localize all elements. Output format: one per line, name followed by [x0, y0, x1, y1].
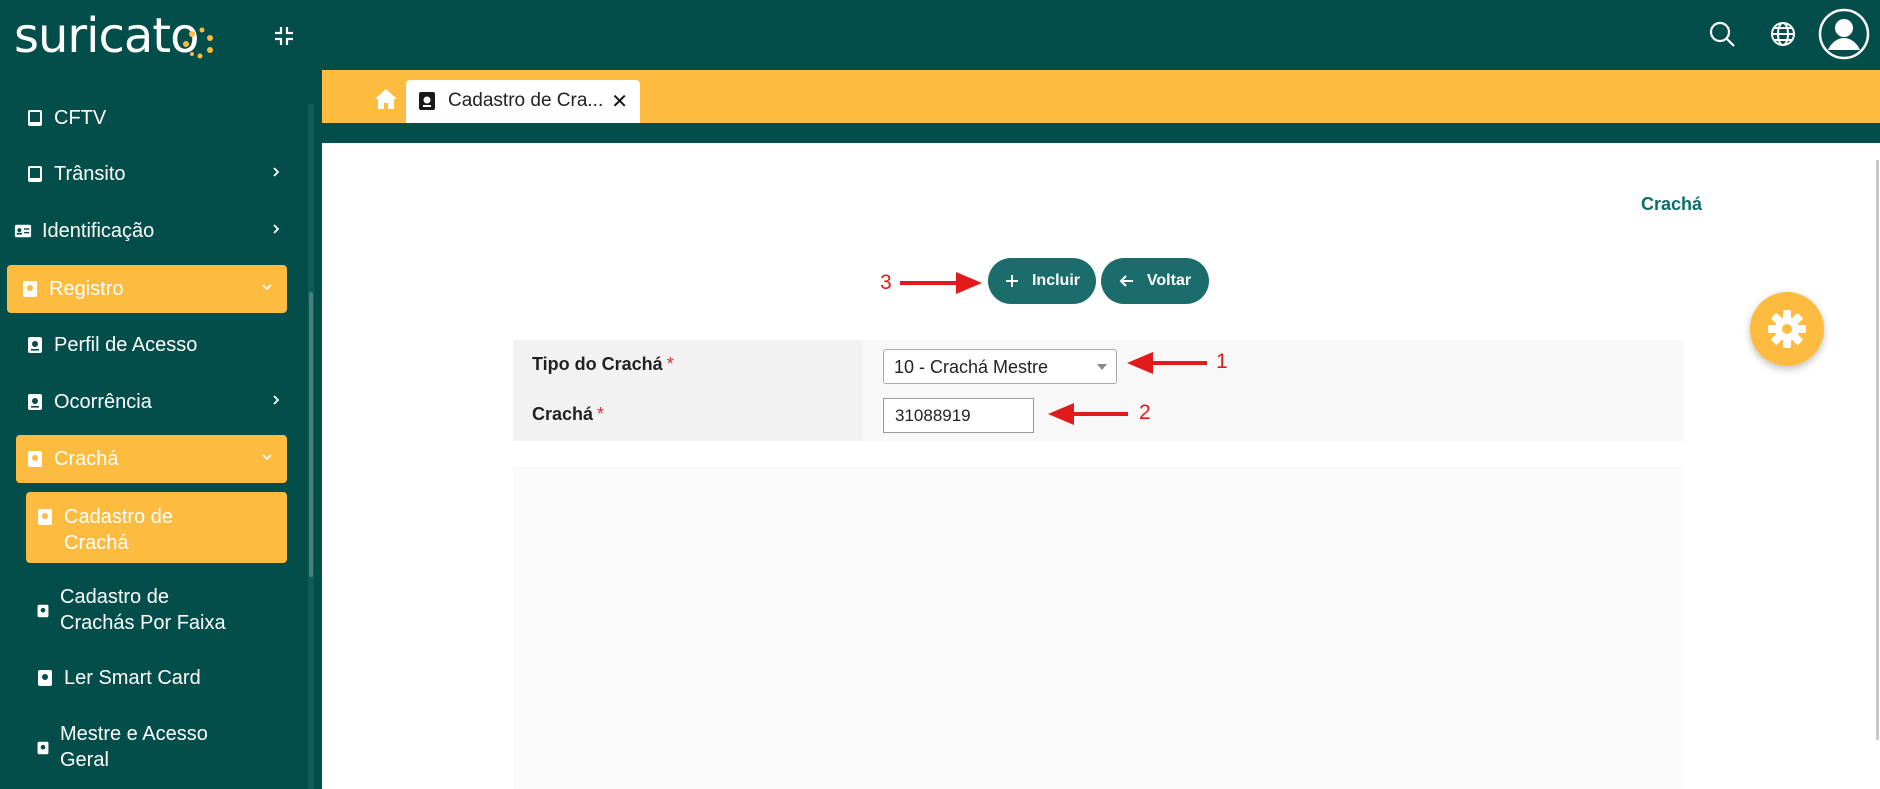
tipo-cracha-label-text: Tipo do Crachá: [532, 354, 663, 374]
badge-icon: [28, 337, 42, 353]
compress-icon[interactable]: [272, 24, 296, 48]
chevron-down-icon: [262, 284, 272, 291]
tipo-cracha-select[interactable]: 10 - Crachá Mestre: [883, 349, 1117, 384]
cracha-label: Crachá *: [532, 404, 604, 425]
sidebar-item-cadastro-de-cracha[interactable]: Cadastro de Crachá: [26, 492, 287, 563]
chevron-down-icon: [262, 454, 272, 461]
header-band: [322, 123, 1880, 143]
annotation-arrow-2: [1048, 403, 1128, 425]
logo-dots-icon: [183, 27, 213, 59]
badge-icon: [28, 451, 42, 467]
badge-icon: [37, 604, 49, 618]
required-mark: *: [666, 354, 674, 374]
badge-icon: [37, 741, 49, 755]
sidebar-item-cftv[interactable]: CFTV: [26, 94, 296, 142]
chevron-right-icon: [273, 224, 280, 234]
close-icon[interactable]: ✕: [611, 89, 628, 114]
sidebar-item-label: Ler Smart Card: [64, 666, 201, 689]
sidebar-item-label: Crachá: [54, 447, 119, 470]
badge-icon: [28, 394, 42, 410]
sidebar-item-mestre-e-acesso-geral[interactable]: Mestre e Acesso Geral: [36, 711, 286, 781]
sidebar-item-identificacao[interactable]: Identificação: [14, 207, 296, 255]
sidebar-item-label: Perfil de Acesso: [54, 333, 198, 356]
home-icon[interactable]: [374, 88, 398, 110]
annotation-arrow-1: [1127, 352, 1207, 374]
sidebar-item-cadastro-por-faixa[interactable]: Cadastro de Crachás Por Faixa: [36, 572, 286, 642]
tab-strip: Cadastro de Cra... ✕: [322, 70, 1880, 123]
include-button[interactable]: Incluir: [988, 258, 1096, 304]
sidebar-item-perfil-de-acesso[interactable]: Perfil de Acesso: [26, 321, 296, 369]
id-card-icon: [14, 224, 32, 238]
include-button-label: Incluir: [1031, 272, 1080, 289]
chevron-right-icon: [273, 167, 280, 177]
sidebar-item-ocorrencia[interactable]: Ocorrência: [26, 378, 296, 426]
sidebar-item-label: Registro: [49, 277, 124, 300]
sidebar-item-label: CFTV: [54, 106, 107, 129]
user-avatar-icon[interactable]: [1818, 8, 1870, 60]
annotation-number-1: 1: [1216, 350, 1228, 373]
plus-icon: [1005, 275, 1018, 287]
top-header: [322, 0, 1880, 70]
sidebar-item-transito[interactable]: Trânsito: [26, 150, 296, 198]
arrow-left-icon: [1119, 275, 1133, 287]
logo: suricato: [14, 10, 224, 62]
sidebar-item-label: Cadastro de Crachás Por Faixa: [60, 586, 226, 634]
cracha-label-text: Crachá: [532, 404, 594, 424]
sidebar-item-label: Mestre e Acesso Geral: [60, 723, 208, 771]
results-grid: [513, 467, 1684, 789]
tab-label: Cadastro de Cra...: [448, 90, 604, 111]
tipo-cracha-selected-value: 10 - Crachá Mestre: [894, 357, 1049, 377]
sidebar-scroll-thumb[interactable]: [309, 292, 313, 577]
sidebar-item-label: Trânsito: [54, 162, 126, 185]
sidebar-item-label: Cadastro de Crachá: [64, 506, 173, 554]
tablet-icon: [28, 110, 42, 126]
content-scroll-thumb[interactable]: [1876, 160, 1879, 740]
badge-icon: [23, 281, 37, 297]
annotation-number-3: 3: [880, 271, 892, 294]
sidebar: suricato CFTV Trânsito Identificação Reg…: [0, 0, 322, 789]
badge-icon: [38, 509, 52, 525]
page-title: Crachá: [1641, 194, 1703, 214]
tab-cadastro-de-cracha[interactable]: Cadastro de Cra... ✕: [406, 80, 640, 123]
logo-text: suricato: [14, 8, 199, 64]
badge-icon: [38, 670, 52, 686]
back-button-label: Voltar: [1146, 272, 1192, 289]
annotation-arrow-3: [900, 272, 982, 294]
dropdown-caret-icon: [1097, 364, 1107, 370]
chevron-right-icon: [273, 395, 280, 405]
globe-icon[interactable]: [1767, 18, 1799, 50]
tablet-icon: [28, 166, 42, 182]
sidebar-item-cracha[interactable]: Crachá: [16, 435, 287, 483]
tipo-cracha-label: Tipo do Crachá *: [532, 354, 674, 375]
gear-icon: [1768, 310, 1806, 348]
sidebar-item-registro[interactable]: Registro: [7, 265, 287, 313]
sidebar-item-ler-smart-card[interactable]: Ler Smart Card: [36, 654, 286, 702]
search-icon[interactable]: [1706, 18, 1738, 50]
required-mark: *: [597, 404, 605, 424]
settings-fab[interactable]: [1750, 292, 1824, 366]
sidebar-item-label: Identificação: [42, 219, 155, 242]
cracha-input[interactable]: [883, 398, 1034, 433]
back-button[interactable]: Voltar: [1101, 258, 1209, 304]
badge-icon: [419, 92, 435, 110]
sidebar-item-label: Ocorrência: [54, 390, 152, 413]
annotation-number-2: 2: [1139, 401, 1151, 424]
